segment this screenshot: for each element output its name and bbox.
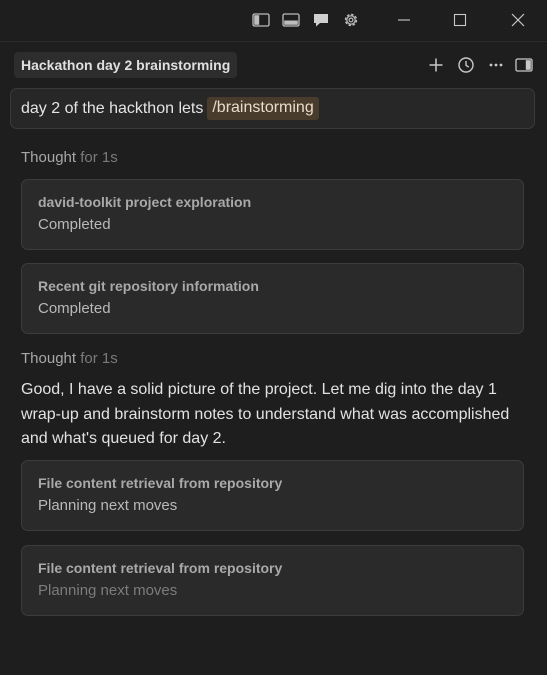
chat-header: Hackathon day 2 brainstorming xyxy=(0,43,547,87)
more-icon[interactable] xyxy=(486,55,506,75)
tool-card-title: david-toolkit project exploration xyxy=(38,194,252,210)
chat-title[interactable]: Hackathon day 2 brainstorming xyxy=(14,52,238,78)
thought-indicator[interactable]: Thought for 1s xyxy=(21,350,118,367)
command-chip[interactable]: /brainstorming xyxy=(207,97,319,120)
tool-card-title: File content retrieval from repository xyxy=(38,560,283,576)
title-bar xyxy=(0,0,547,42)
tool-card-status: Completed xyxy=(38,300,111,317)
chat-icon[interactable] xyxy=(311,10,331,30)
thought-label: Thought xyxy=(21,350,77,367)
maximize-icon[interactable] xyxy=(450,10,470,30)
user-prompt[interactable]: day 2 of the hackthon lets /brainstormin… xyxy=(10,88,535,129)
tool-card-status: Completed xyxy=(38,216,111,233)
sidebar-left-icon[interactable] xyxy=(251,10,271,30)
prompt-text: day 2 of the hackthon lets xyxy=(21,99,204,117)
plus-icon[interactable] xyxy=(426,55,446,75)
tool-card[interactable]: File content retrieval from repository P… xyxy=(21,545,524,616)
tool-card-status: Planning next moves xyxy=(38,497,178,514)
panel-bottom-icon[interactable] xyxy=(281,10,301,30)
tool-card-status: Planning next moves xyxy=(38,582,178,599)
thought-duration: for 1s xyxy=(80,350,118,367)
sidebar-right-icon[interactable] xyxy=(514,55,534,75)
minimize-icon[interactable] xyxy=(394,10,414,30)
tool-card-title: Recent git repository information xyxy=(38,278,259,294)
tool-card[interactable]: File content retrieval from repository P… xyxy=(21,460,524,531)
tool-card-title: File content retrieval from repository xyxy=(38,475,283,491)
tool-card[interactable]: david-toolkit project exploration Comple… xyxy=(21,179,524,250)
thought-indicator[interactable]: Thought for 1s xyxy=(21,149,118,166)
assistant-message: Good, I have a solid picture of the proj… xyxy=(21,381,510,447)
tool-card[interactable]: Recent git repository information Comple… xyxy=(21,263,524,334)
gear-icon[interactable] xyxy=(341,10,361,30)
close-icon[interactable] xyxy=(508,10,528,30)
history-icon[interactable] xyxy=(456,55,476,75)
thought-duration: for 1s xyxy=(80,149,118,166)
thought-label: Thought xyxy=(21,149,77,166)
